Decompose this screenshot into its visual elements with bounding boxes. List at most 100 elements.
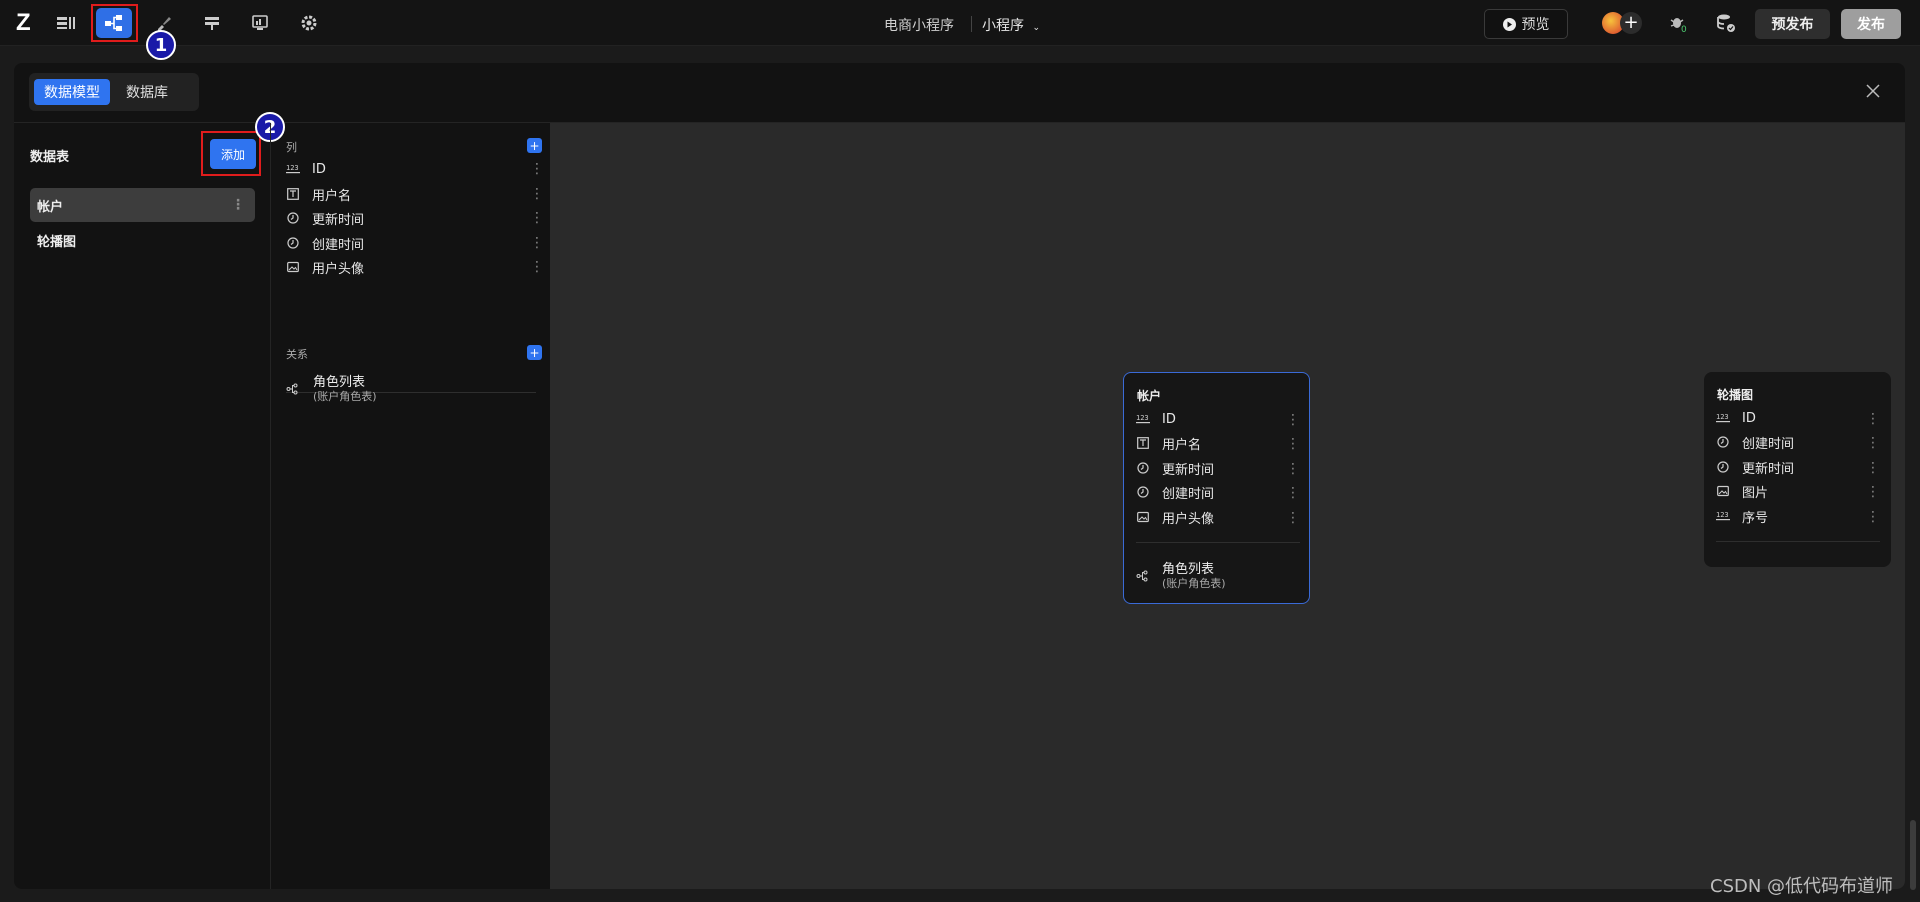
table-item-label: 帐户	[37, 199, 64, 215]
database-status-icon[interactable]	[1715, 12, 1737, 34]
field-name: 用户名	[312, 188, 352, 204]
field-name: ID	[1742, 410, 1756, 426]
highlight-box-1	[91, 4, 138, 42]
more-icon[interactable]: ⋮	[530, 260, 544, 274]
top-bar: Z 1 电商小程序 小程序 ⌄ 预览 + 0 预发布 发布	[0, 0, 1920, 60]
more-icon[interactable]: ⋮	[530, 187, 544, 201]
title-separator	[971, 16, 972, 32]
play-icon	[1502, 17, 1516, 31]
field-name: 更新时间	[312, 212, 365, 228]
more-icon[interactable]: ⋮	[530, 162, 544, 176]
prepublish-button[interactable]: 预发布	[1755, 9, 1830, 39]
table-item-carousel[interactable]: 轮播图	[30, 223, 255, 257]
relations-label: 关系	[286, 348, 308, 361]
card-field-row[interactable]: 123 序号	[1716, 505, 1876, 527]
panel-tabs: 数据模型 数据库	[29, 73, 199, 111]
text-field-icon	[1136, 436, 1150, 450]
more-icon[interactable]: ⋮	[1866, 412, 1880, 426]
table-item-label: 轮播图	[37, 234, 77, 250]
field-name: ID	[312, 161, 326, 177]
env-name: 小程序	[982, 18, 1024, 34]
diagram-card-carousel[interactable]: 轮播图 123 ID 创建时间 更新时间 图片 123 序号 ⋮ ⋮ ⋮ ⋮ ⋮	[1704, 372, 1891, 567]
field-name: 创建时间	[1162, 486, 1215, 502]
card-field-row[interactable]: 更新时间	[1716, 456, 1876, 478]
settings-icon[interactable]	[291, 8, 327, 38]
more-icon[interactable]: ⋮	[1866, 510, 1880, 524]
more-icon[interactable]: ⋮	[231, 198, 245, 212]
card-field-row[interactable]: 创建时间	[1136, 481, 1296, 503]
panel-header: 数据模型 数据库	[14, 63, 1905, 123]
app-name[interactable]: 电商小程序	[884, 15, 954, 35]
tab-database[interactable]: 数据库	[116, 79, 178, 105]
step-marker-1: 1	[146, 30, 176, 60]
image-icon	[1716, 484, 1730, 498]
table-item-account[interactable]: 帐户 ⋮	[30, 188, 255, 222]
card-field-row[interactable]: 用户头像	[1136, 506, 1296, 528]
more-icon[interactable]: ⋮	[1866, 436, 1880, 450]
field-row[interactable]: 123 ID ⋮	[286, 157, 544, 181]
number-icon: 123	[286, 162, 300, 176]
debug-icon[interactable]: 0	[1667, 12, 1689, 35]
dashboard-icon[interactable]	[242, 8, 278, 38]
field-row[interactable]: 用户头像 ⋮	[286, 255, 544, 279]
more-icon[interactable]: ⋮	[530, 236, 544, 250]
card-field-row[interactable]: 123 ID	[1136, 408, 1296, 430]
card-title: 帐户	[1137, 389, 1162, 403]
card-divider	[1716, 541, 1880, 542]
svg-text:123: 123	[1716, 413, 1729, 421]
image-icon	[286, 260, 300, 274]
field-name: 更新时间	[1742, 461, 1795, 477]
env-selector[interactable]: 小程序 ⌄	[982, 15, 1040, 35]
card-field-row[interactable]: 创建时间	[1716, 431, 1876, 453]
field-name: 用户头像	[312, 261, 365, 277]
card-field-row[interactable]: 图片	[1716, 480, 1876, 502]
preview-button[interactable]: 预览	[1484, 9, 1568, 39]
close-icon[interactable]	[1863, 81, 1883, 101]
number-icon: 123	[1716, 411, 1730, 425]
svg-text:123: 123	[1716, 511, 1729, 519]
field-name: ID	[1162, 411, 1176, 427]
svg-text:123: 123	[286, 164, 299, 172]
image-icon	[1136, 510, 1150, 524]
card-field-row[interactable]: 123 ID	[1716, 407, 1876, 429]
field-row[interactable]: 用户名 ⋮	[286, 182, 544, 206]
card-field-row[interactable]: 用户名	[1136, 432, 1296, 454]
relation-icon	[1136, 567, 1148, 582]
relation-icon	[286, 380, 298, 395]
more-icon[interactable]: ⋮	[1866, 461, 1880, 475]
field-name: 创建时间	[1742, 436, 1795, 452]
diagram-canvas[interactable]: 帐户 123 ID 用户名 更新时间 创建时间 用户头像 ⋮ ⋮ ⋮ ⋮ ⋮ 角…	[550, 123, 1905, 889]
card-field-row[interactable]: 更新时间	[1136, 457, 1296, 479]
card-divider	[1136, 542, 1300, 543]
number-icon: 123	[1136, 412, 1150, 426]
card-title: 轮播图	[1717, 388, 1754, 402]
more-icon[interactable]: ⋮	[1286, 486, 1300, 500]
clock-icon	[1136, 461, 1150, 475]
field-name: 更新时间	[1162, 462, 1215, 478]
more-icon[interactable]: ⋮	[1286, 511, 1300, 525]
scrollbar[interactable]	[1910, 820, 1916, 890]
more-icon[interactable]: ⋮	[1286, 462, 1300, 476]
more-icon[interactable]: ⋮	[1866, 485, 1880, 499]
clock-icon	[1716, 435, 1730, 449]
add-relation-button[interactable]: +	[527, 345, 542, 360]
columns-label: 列	[286, 141, 297, 154]
publish-button[interactable]: 发布	[1841, 9, 1901, 39]
add-member-icon[interactable]: +	[1620, 12, 1642, 34]
more-icon[interactable]: ⋮	[1286, 413, 1300, 427]
field-row[interactable]: 更新时间 ⋮	[286, 206, 544, 230]
diagram-card-account[interactable]: 帐户 123 ID 用户名 更新时间 创建时间 用户头像 ⋮ ⋮ ⋮ ⋮ ⋮ 角…	[1123, 372, 1310, 604]
watermark: CSDN @低代码布道师	[1710, 876, 1894, 897]
field-name: 用户名	[1162, 437, 1202, 453]
clock-icon	[286, 211, 300, 225]
add-column-button[interactable]: +	[527, 138, 542, 153]
logo[interactable]: Z	[16, 9, 31, 37]
svg-text:0: 0	[1681, 25, 1687, 34]
chevron-down-icon: ⌄	[1032, 23, 1040, 33]
workflow-icon[interactable]	[194, 8, 230, 38]
pages-icon[interactable]	[48, 8, 84, 38]
tab-data-model[interactable]: 数据模型	[34, 79, 110, 105]
more-icon[interactable]: ⋮	[1286, 437, 1300, 451]
field-row[interactable]: 创建时间 ⋮	[286, 231, 544, 255]
more-icon[interactable]: ⋮	[530, 211, 544, 225]
